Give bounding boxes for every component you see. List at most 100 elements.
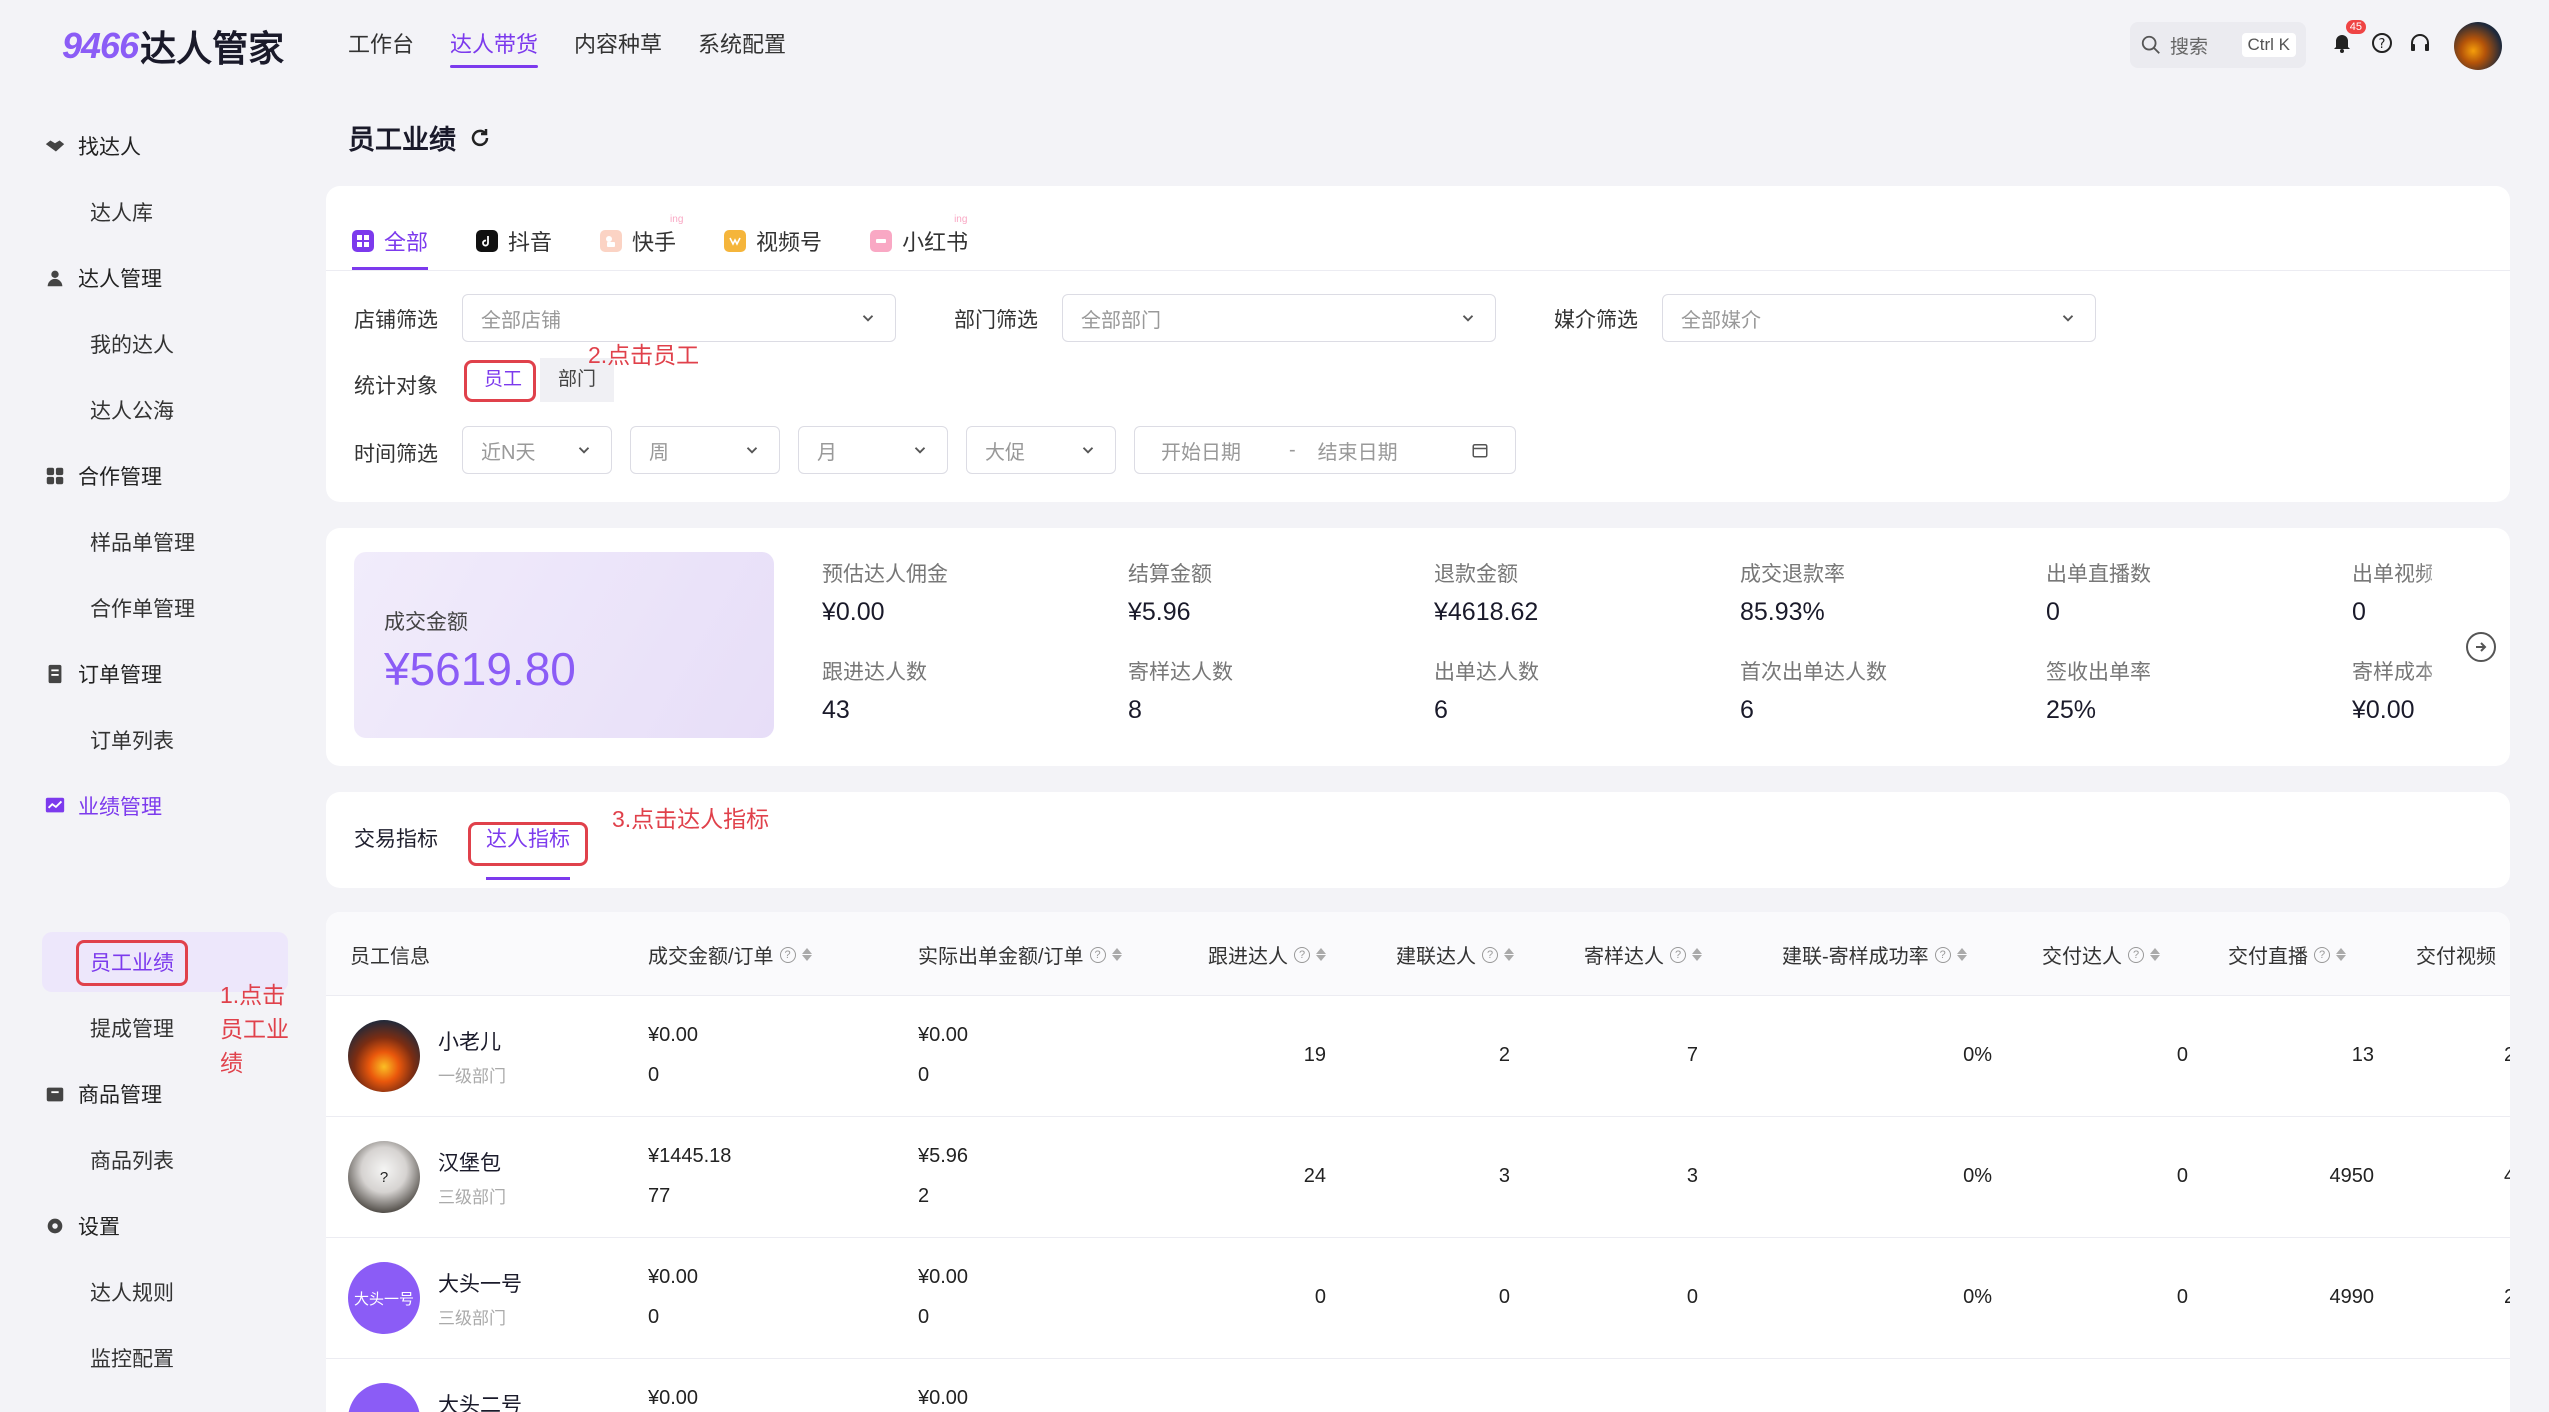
sidebar-item-find-talent[interactable]: 找达人 bbox=[44, 118, 288, 174]
cell-video: 2 bbox=[2504, 1286, 2510, 1308]
metric-sign-order-rate: 签收出单率 25% bbox=[2046, 661, 2151, 724]
hero-metric: 成交金额 ¥5619.80 bbox=[354, 552, 774, 738]
sidebar-item-performance[interactable]: 业绩管理 bbox=[44, 778, 288, 834]
table-row[interactable]: ? 汉堡包 三级部门 ¥1445.18 77 ¥5.96 2 24 3 3 0%… bbox=[326, 1117, 2510, 1238]
th-connect-sample-rate[interactable]: 建联-寄样成功率? bbox=[1782, 940, 1967, 969]
sidebar-item-cooperation-orders[interactable]: 合作单管理 bbox=[44, 580, 288, 636]
tab-douyin[interactable]: 抖音 bbox=[476, 212, 552, 270]
sidebar-item-cooperation[interactable]: 合作管理 bbox=[44, 448, 288, 504]
sidebar-item-sample-orders[interactable]: 样品单管理 bbox=[44, 514, 288, 570]
topnav-system-config[interactable]: 系统配置 bbox=[698, 28, 786, 68]
cell-orders: 77 bbox=[648, 1185, 671, 1207]
hero-metric-label: 成交金额 bbox=[384, 611, 468, 634]
headset-icon[interactable] bbox=[2408, 31, 2432, 55]
sidebar-item-monitor-config[interactable]: 监控配置 bbox=[44, 1330, 288, 1386]
search-icon bbox=[2141, 35, 2160, 54]
employee-name: 大头二号 bbox=[438, 1394, 522, 1412]
user-avatar[interactable] bbox=[2454, 22, 2502, 70]
sidebar-item-commission[interactable]: 提成管理 bbox=[44, 1000, 288, 1056]
shop-select[interactable]: 全部店铺 bbox=[462, 294, 896, 342]
dept-select-value: 全部部门 bbox=[1081, 309, 1161, 332]
global-search[interactable]: 搜索 Ctrl K bbox=[2130, 22, 2306, 68]
dept-filter-label: 部门筛选 bbox=[954, 309, 1038, 332]
sidebar-item-my-talents[interactable]: 我的达人 bbox=[44, 316, 288, 372]
sort-icon bbox=[1316, 948, 1326, 961]
promotion-select[interactable]: 大促 bbox=[966, 426, 1116, 474]
th-connected[interactable]: 建联达人? bbox=[1396, 940, 1514, 969]
cell-gmv: ¥0.00 bbox=[648, 1266, 699, 1288]
chevron-down-icon bbox=[914, 447, 926, 454]
month-select[interactable]: 月 bbox=[798, 426, 948, 474]
sidebar-item-order-management[interactable]: 订单管理 bbox=[44, 646, 288, 702]
sidebar-item-order-list[interactable]: 订单列表 bbox=[44, 712, 288, 768]
recent-days-value: 近N天 bbox=[481, 441, 536, 464]
notification-button[interactable]: 45 bbox=[2330, 20, 2366, 56]
help-icon: ? bbox=[2128, 946, 2144, 963]
sidebar-item-talent-pool[interactable]: 达人公海 bbox=[44, 382, 288, 438]
employee-name: 小老儿 bbox=[438, 1031, 501, 1054]
date-start[interactable]: 开始日期 bbox=[1161, 436, 1241, 465]
sidebar-item-talent-rules[interactable]: 达人规则 bbox=[44, 1264, 288, 1320]
topnav-workbench[interactable]: 工作台 bbox=[348, 28, 414, 68]
cell-actual: ¥5.96 bbox=[918, 1145, 969, 1167]
annotation-highlight-employee bbox=[464, 360, 536, 402]
th-delivered[interactable]: 交付达人? bbox=[2042, 940, 2160, 969]
chevron-down-icon bbox=[1462, 315, 1474, 322]
th-actual-orders[interactable]: 实际出单金额/订单? bbox=[918, 940, 1122, 969]
app-logo[interactable]: 9466 达人管家 bbox=[62, 22, 284, 70]
topnav-content-seeding[interactable]: 内容种草 bbox=[574, 28, 662, 68]
target-filter-label: 统计对象 bbox=[354, 375, 438, 398]
table-row[interactable]: 小老儿 一级部门 ¥0.00 0 ¥0.00 0 19 2 7 0% 0 13 … bbox=[326, 996, 2510, 1117]
tab-xiaohongshu[interactable]: 小红书 ing bbox=[870, 212, 968, 270]
avatar: 大头一号 bbox=[348, 1262, 420, 1334]
sidebar-item-product-list[interactable]: 商品列表 bbox=[44, 1132, 288, 1188]
metrics-next-button[interactable] bbox=[2466, 632, 2496, 662]
cell-followed: 0 bbox=[1314, 1286, 1326, 1308]
cell-actual: ¥0.00 bbox=[918, 1024, 969, 1046]
dept-select[interactable]: 全部部门 bbox=[1062, 294, 1496, 342]
calendar-icon bbox=[1472, 444, 1488, 458]
help-icon[interactable]: ? bbox=[2370, 31, 2394, 55]
tab-trade-indicators[interactable]: 交易指标 bbox=[354, 810, 438, 870]
sidebar-item-label: 业绩管理 bbox=[78, 796, 162, 819]
tab-label: 全部 bbox=[384, 230, 429, 255]
th-sampled[interactable]: 寄样达人? bbox=[1584, 940, 1702, 969]
media-select[interactable]: 全部媒介 bbox=[1662, 294, 2096, 342]
indicator-tabs-card: 交易指标 达人指标 3.点击达人指标 bbox=[326, 792, 2510, 888]
help-icon: ? bbox=[1670, 946, 1686, 963]
cell-sampled: 0 bbox=[1686, 1286, 1698, 1308]
date-end[interactable]: 结束日期 bbox=[1318, 436, 1398, 465]
sidebar-item-label: 合作管理 bbox=[78, 466, 162, 489]
help-icon: ? bbox=[1934, 946, 1951, 963]
week-select[interactable]: 周 bbox=[630, 426, 780, 474]
annotation-highlight-talent-indicators bbox=[468, 822, 588, 866]
recent-days-select[interactable]: 近N天 bbox=[462, 426, 612, 474]
th-followed[interactable]: 跟进达人? bbox=[1208, 940, 1326, 969]
cell-actual-orders: 0 bbox=[918, 1064, 930, 1086]
sidebar-item-settings[interactable]: 设置 bbox=[44, 1198, 288, 1254]
sidebar-item-label: 达人管理 bbox=[78, 268, 162, 291]
tab-kuaishou[interactable]: 快手 ing bbox=[600, 212, 683, 270]
svg-text:?: ? bbox=[2379, 37, 2386, 52]
chevron-down-icon bbox=[578, 447, 590, 454]
sidebar-item-product-management[interactable]: 商品管理 bbox=[44, 1066, 288, 1122]
avatar bbox=[348, 1020, 420, 1092]
platform-tabs: 全部 抖音 快手 ing 视频号 小红书 ing bbox=[352, 212, 968, 270]
tab-shipinhao[interactable]: 视频号 bbox=[724, 212, 822, 270]
table-row[interactable]: 大头一号 大头一号 三级部门 ¥0.00 0 ¥0.00 0 0 0 0 0% … bbox=[326, 1238, 2510, 1359]
th-delivered-live[interactable]: 交付直播? bbox=[2228, 940, 2346, 969]
sidebar-item-label: 订单管理 bbox=[78, 664, 162, 687]
cell-orders: 0 bbox=[648, 1306, 660, 1328]
th-delivered-video[interactable]: 交付视频 bbox=[2416, 940, 2496, 969]
cell-actual-orders: 2 bbox=[918, 1185, 930, 1207]
tab-all[interactable]: 全部 bbox=[352, 212, 429, 270]
sort-icon bbox=[2336, 948, 2346, 961]
date-range-picker[interactable]: 开始日期 - 结束日期 bbox=[1134, 426, 1516, 474]
kuaishou-icon bbox=[600, 230, 623, 252]
th-gmv-orders[interactable]: 成交金额/订单? bbox=[648, 940, 812, 969]
refresh-icon[interactable] bbox=[468, 126, 492, 150]
sidebar-item-talent-management[interactable]: 达人管理 bbox=[44, 250, 288, 306]
topnav-talent-sales[interactable]: 达人带货 bbox=[450, 28, 539, 68]
table-row[interactable]: 大头二号 ¥0.00 ¥0.00 bbox=[326, 1359, 2510, 1412]
sidebar-item-talent-library[interactable]: 达人库 bbox=[44, 184, 288, 240]
